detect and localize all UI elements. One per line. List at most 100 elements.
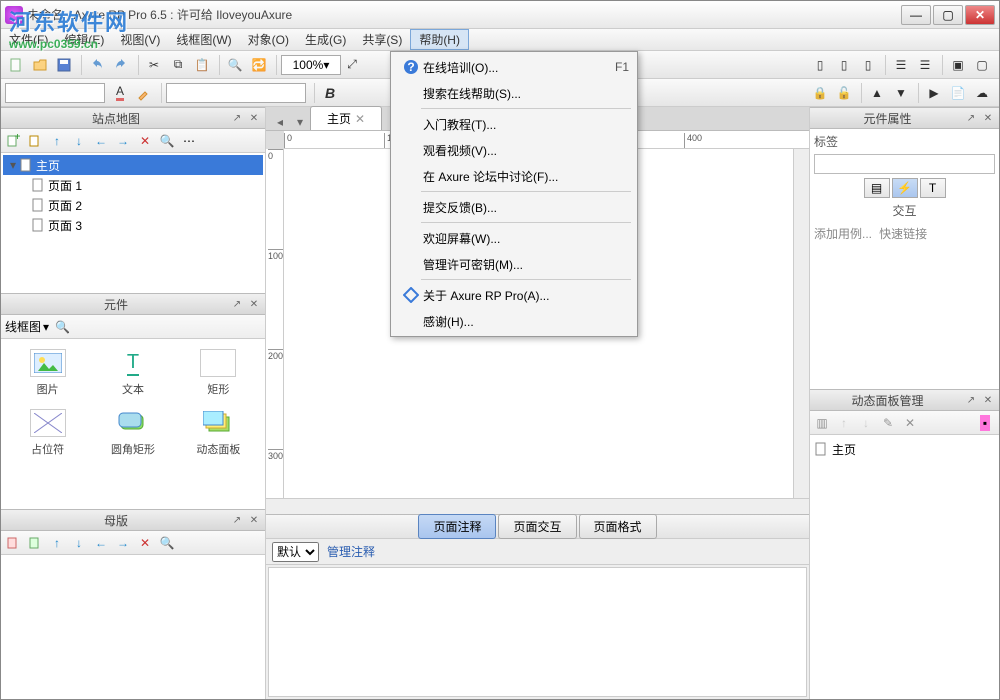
- panel-close-icon[interactable]: ✕: [247, 111, 261, 125]
- help-watch-video[interactable]: 观看视频(V)...: [393, 137, 635, 163]
- widget-label-input[interactable]: [814, 154, 995, 174]
- new-button[interactable]: [5, 54, 27, 76]
- cut-button[interactable]: ✂: [143, 54, 165, 76]
- dyn-down-button[interactable]: ↓: [856, 413, 876, 433]
- panel-popout-icon[interactable]: ↗: [230, 111, 244, 125]
- tree-item[interactable]: 页面 2: [3, 195, 263, 215]
- add-master-folder-button[interactable]: [25, 533, 45, 553]
- subtab-format[interactable]: 页面格式: [579, 514, 657, 539]
- add-page-button[interactable]: +: [3, 131, 23, 151]
- prop-tab-interactions[interactable]: ⚡: [892, 178, 918, 198]
- minimize-button[interactable]: —: [901, 5, 931, 25]
- help-welcome[interactable]: 欢迎屏幕(W)...: [393, 225, 635, 251]
- panel-popout-icon[interactable]: ↗: [230, 513, 244, 527]
- tree-item-home[interactable]: ▾ 主页: [3, 155, 263, 175]
- back-button[interactable]: ▼: [890, 82, 912, 104]
- tree-item[interactable]: 页面 3: [3, 215, 263, 235]
- note-preset-select[interactable]: 默认: [272, 542, 319, 562]
- help-thanks[interactable]: 感谢(H)...: [393, 308, 635, 334]
- menu-help[interactable]: 帮助(H): [410, 29, 469, 50]
- widget-text[interactable]: T文本: [92, 345, 173, 401]
- manage-notes-link[interactable]: 管理注释: [327, 543, 375, 560]
- find-button[interactable]: 🔍: [224, 54, 246, 76]
- widget-category[interactable]: 线框图: [5, 318, 41, 335]
- dyn-edit-button[interactable]: ✎: [878, 413, 898, 433]
- add-case-link[interactable]: 添加用例...: [814, 227, 872, 241]
- tab-prev-button[interactable]: ◂: [272, 114, 288, 130]
- move-left-button[interactable]: ←: [91, 131, 111, 151]
- tab-close-icon[interactable]: ✕: [355, 112, 365, 126]
- group-button[interactable]: ▣: [947, 54, 969, 76]
- tree-item[interactable]: 页面 1: [3, 175, 263, 195]
- eyedropper-button[interactable]: [133, 82, 155, 104]
- help-license[interactable]: 管理许可密钥(M)...: [393, 251, 635, 277]
- move-down-button[interactable]: ↓: [69, 131, 89, 151]
- tab-list-button[interactable]: ▾: [292, 114, 308, 130]
- subtab-interactions[interactable]: 页面交互: [498, 514, 576, 539]
- panel-close-icon[interactable]: ✕: [981, 111, 995, 125]
- note-textarea[interactable]: [268, 567, 807, 697]
- align-left-button[interactable]: ▯: [809, 54, 831, 76]
- replace-button[interactable]: 🔁: [248, 54, 270, 76]
- widget-placeholder[interactable]: 占位符: [7, 405, 88, 461]
- close-button[interactable]: ✕: [965, 5, 995, 25]
- lock-button[interactable]: 🔒: [809, 82, 831, 104]
- panel-popout-icon[interactable]: ↗: [964, 111, 978, 125]
- master-search-button[interactable]: 🔍: [157, 533, 177, 553]
- panel-close-icon[interactable]: ✕: [247, 297, 261, 311]
- widget-rectangle[interactable]: 矩形: [178, 345, 259, 401]
- distribute-h-button[interactable]: ☰: [890, 54, 912, 76]
- zoom-select[interactable]: 100% ▾: [281, 55, 341, 75]
- master-right-button[interactable]: →: [113, 533, 133, 553]
- prop-tab-notes[interactable]: ▤: [864, 178, 890, 198]
- menu-wireframe[interactable]: 线框图(W): [168, 29, 239, 50]
- scrollbar-horizontal[interactable]: [266, 498, 809, 514]
- move-right-button[interactable]: →: [113, 131, 133, 151]
- align-right-button[interactable]: ▯: [857, 54, 879, 76]
- panel-popout-icon[interactable]: ↗: [230, 297, 244, 311]
- font-family-select[interactable]: [5, 83, 105, 103]
- font-color-button[interactable]: A: [109, 82, 131, 104]
- preview-button[interactable]: ▶: [923, 82, 945, 104]
- distribute-v-button[interactable]: ☰: [914, 54, 936, 76]
- undo-button[interactable]: [86, 54, 108, 76]
- menu-edit[interactable]: 编辑(E): [56, 29, 112, 50]
- align-center-button[interactable]: ▯: [833, 54, 855, 76]
- copy-button[interactable]: ⧉: [167, 54, 189, 76]
- canvas-tab-home[interactable]: 主页 ✕: [310, 106, 382, 130]
- menu-file[interactable]: 文件(F): [1, 29, 56, 50]
- spec-button[interactable]: 📄: [947, 82, 969, 104]
- panel-close-icon[interactable]: ✕: [981, 393, 995, 407]
- front-button[interactable]: ▲: [866, 82, 888, 104]
- zoom-fit-button[interactable]: ⤢: [341, 54, 363, 76]
- dyn-view-button[interactable]: ▪: [975, 413, 995, 433]
- scrollbar-vertical[interactable]: [793, 149, 809, 498]
- subtab-notes[interactable]: 页面注释: [418, 514, 496, 539]
- save-button[interactable]: [53, 54, 75, 76]
- quick-link[interactable]: 快速链接: [879, 227, 927, 241]
- bold-button[interactable]: B: [319, 82, 341, 104]
- unlock-button[interactable]: 🔓: [833, 82, 855, 104]
- open-button[interactable]: [29, 54, 51, 76]
- help-getting-started[interactable]: 入门教程(T)...: [393, 111, 635, 137]
- panel-popout-icon[interactable]: ↗: [964, 393, 978, 407]
- master-delete-button[interactable]: ✕: [135, 533, 155, 553]
- expand-icon[interactable]: ▾: [7, 158, 19, 172]
- maximize-button[interactable]: ▢: [933, 5, 963, 25]
- ungroup-button[interactable]: ▢: [971, 54, 993, 76]
- search-icon[interactable]: 🔍: [55, 320, 70, 334]
- masters-tree[interactable]: [1, 555, 265, 699]
- add-master-button[interactable]: [3, 533, 23, 553]
- master-down-button[interactable]: ↓: [69, 533, 89, 553]
- menu-generate[interactable]: 生成(G): [297, 29, 354, 50]
- menu-view[interactable]: 视图(V): [112, 29, 168, 50]
- sitemap-tree[interactable]: ▾ 主页 页面 1 页面 2 页面 3: [1, 153, 265, 293]
- widget-image[interactable]: 图片: [7, 345, 88, 401]
- font-size-select[interactable]: [166, 83, 306, 103]
- master-up-button[interactable]: ↑: [47, 533, 67, 553]
- delete-page-button[interactable]: ✕: [135, 131, 155, 151]
- help-search-online[interactable]: 搜索在线帮助(S)...: [393, 80, 635, 106]
- add-folder-button[interactable]: [25, 131, 45, 151]
- widget-rounded-rect[interactable]: 圆角矩形: [92, 405, 173, 461]
- help-feedback[interactable]: 提交反馈(B)...: [393, 194, 635, 220]
